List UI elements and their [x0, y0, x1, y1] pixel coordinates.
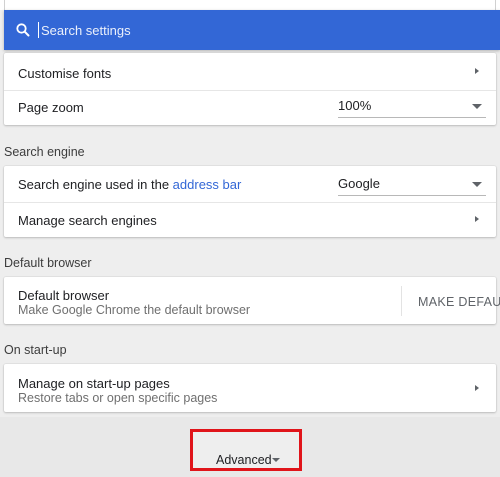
section-heading-search-engine: Search engine	[4, 145, 85, 159]
dropdown-caret-icon	[472, 104, 482, 109]
section-heading-on-startup: On start-up	[4, 343, 67, 357]
page-zoom-row: Page zoom 100%	[4, 91, 496, 125]
chevron-down-icon[interactable]	[272, 458, 280, 462]
search-engine-used-label: Search engine used in the address bar	[18, 177, 241, 192]
manage-search-engines-label: Manage search engines	[18, 213, 157, 228]
search-bar	[4, 10, 500, 50]
search-input[interactable]	[38, 22, 461, 38]
page-zoom-value: 100%	[338, 98, 372, 113]
customise-fonts-row[interactable]: Customise fonts	[4, 53, 496, 90]
search-engine-card: Search engine used in the address bar Go…	[4, 166, 496, 237]
search-icon[interactable]	[15, 22, 31, 38]
manage-startup-pages-subtitle: Restore tabs or open specific pages	[18, 391, 218, 405]
manage-startup-pages-title: Manage on start-up pages	[18, 376, 170, 391]
top-strip	[0, 0, 500, 10]
vertical-divider	[401, 286, 402, 316]
section-heading-default-browser: Default browser	[4, 256, 92, 270]
address-bar-link[interactable]: address bar	[173, 177, 242, 192]
appearance-card: Customise fonts Page zoom 100%	[4, 53, 496, 125]
customise-fonts-label: Customise fonts	[18, 66, 112, 81]
search-engine-row: Search engine used in the address bar Go…	[4, 166, 496, 202]
default-browser-subtitle: Make Google Chrome the default browser	[18, 303, 251, 317]
default-browser-title: Default browser	[18, 288, 110, 303]
dropdown-caret-icon	[472, 182, 482, 187]
search-engine-select[interactable]: Google	[338, 172, 486, 196]
manage-startup-pages-row[interactable]: Manage on start-up pages Restore tabs or…	[4, 364, 496, 412]
chevron-right-icon	[475, 385, 479, 391]
startup-card: Manage on start-up pages Restore tabs or…	[4, 364, 496, 412]
chevron-right-icon	[475, 216, 479, 222]
page-zoom-label: Page zoom	[18, 100, 84, 115]
advanced-button[interactable]: Advanced	[216, 453, 272, 467]
chevron-right-icon	[475, 68, 479, 74]
search-engine-used-label-text: Search engine used in the	[18, 177, 173, 192]
default-browser-card: Default browser Make Google Chrome the d…	[4, 277, 500, 324]
page-zoom-select[interactable]: 100%	[338, 94, 486, 118]
settings-page: Customise fonts Page zoom 100% Search en…	[0, 0, 500, 477]
manage-search-engines-row[interactable]: Manage search engines	[4, 203, 496, 237]
make-default-button[interactable]: MAKE DEFAULT	[418, 295, 500, 309]
top-strip-edge-left	[4, 0, 5, 10]
top-strip-edge-right	[495, 0, 496, 10]
search-engine-value: Google	[338, 176, 380, 191]
